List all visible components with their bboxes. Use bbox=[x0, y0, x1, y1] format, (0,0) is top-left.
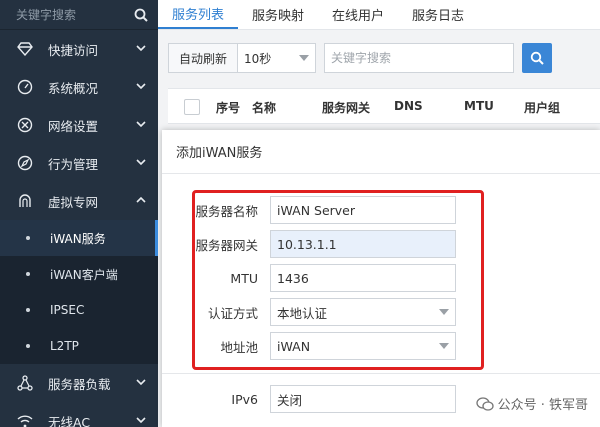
sidebar-item-label: 无线AC bbox=[48, 414, 91, 427]
bullet-icon bbox=[26, 308, 30, 312]
ipv6-select[interactable]: 关闭 bbox=[270, 385, 456, 413]
bullet-icon bbox=[26, 344, 30, 348]
sidebar-item-label: 虚拟专网 bbox=[48, 194, 99, 210]
network-icon bbox=[16, 116, 34, 134]
chevron-down-icon bbox=[136, 417, 146, 424]
wifi-icon bbox=[16, 412, 34, 427]
sidebar-item-system-overview[interactable]: 系统概况 bbox=[0, 68, 158, 106]
search-icon[interactable] bbox=[132, 6, 150, 24]
sidebar-item-quick-access[interactable]: 快捷访问 bbox=[0, 30, 158, 68]
refresh-interval-select[interactable]: 10秒 bbox=[238, 43, 317, 73]
toolbar: 自动刷新 10秒 bbox=[168, 42, 600, 74]
compass-icon bbox=[16, 154, 34, 172]
tunnel-icon bbox=[16, 192, 34, 210]
sidebar-search bbox=[0, 0, 158, 30]
sidebar-item-label: 服务器负载 bbox=[48, 376, 111, 392]
sidebar-item-label: 行为管理 bbox=[48, 156, 99, 172]
tab-online-users[interactable]: 在线用户 bbox=[318, 0, 398, 29]
tab-service-list[interactable]: 服务列表 bbox=[158, 0, 239, 29]
sidebar: 快捷访问 系统概况 网络设置 行为管理 虚拟专网 iWAN服务 bbox=[0, 0, 158, 427]
watermark-text: 公众号 · 铁军哥 bbox=[497, 398, 588, 413]
sidebar-subitem-l2tp[interactable]: L2TP bbox=[0, 328, 158, 364]
tab-service-mapping[interactable]: 服务映射 bbox=[238, 0, 318, 29]
sidebar-search-input[interactable] bbox=[16, 7, 132, 22]
chevron-down-icon bbox=[136, 121, 146, 128]
sidebar-item-label: 系统概况 bbox=[48, 80, 99, 96]
sidebar-subitem-label: IPSEC bbox=[50, 303, 85, 317]
sidebar-item-vpn[interactable]: 虚拟专网 bbox=[0, 182, 158, 220]
red-highlight-box bbox=[192, 190, 484, 370]
sidebar-subitem-ipsec[interactable]: IPSEC bbox=[0, 292, 158, 328]
sidebar-subitem-iwan-client[interactable]: iWAN客户端 bbox=[0, 256, 158, 292]
column-header: 序号 bbox=[216, 101, 241, 115]
dialog-divider bbox=[162, 373, 600, 374]
sidebar-subitem-label: iWAN服务 bbox=[50, 231, 106, 246]
keyword-search-input[interactable] bbox=[324, 43, 515, 73]
watermark: 公众号 · 铁军哥 bbox=[475, 394, 588, 413]
chevron-down-icon bbox=[136, 83, 146, 90]
sidebar-item-label: 网络设置 bbox=[48, 118, 99, 134]
bullet-icon bbox=[26, 272, 30, 276]
sidebar-item-label: 快捷访问 bbox=[48, 42, 99, 58]
sidebar-subitem-label: iWAN客户端 bbox=[50, 267, 118, 282]
tab-service-log[interactable]: 服务日志 bbox=[398, 0, 478, 29]
sidebar-item-network-settings[interactable]: 网络设置 bbox=[0, 106, 158, 144]
sidebar-subitem-label: L2TP bbox=[50, 339, 79, 353]
column-header: 用户组 bbox=[524, 101, 561, 115]
column-header: DNS bbox=[394, 99, 423, 113]
wechat-icon bbox=[475, 396, 494, 411]
chevron-down-icon bbox=[136, 45, 146, 52]
form-row-ipv6: IPv6 关闭 bbox=[162, 385, 456, 413]
chevron-up-icon bbox=[136, 196, 146, 203]
select-all-checkbox[interactable] bbox=[184, 99, 200, 115]
chevron-down-icon bbox=[136, 379, 146, 386]
sidebar-item-server-load[interactable]: 服务器负载 bbox=[0, 364, 158, 402]
tab-bar: 服务列表 服务映射 在线用户 服务日志 bbox=[158, 0, 600, 30]
dialog-title: 添加iWAN服务 bbox=[162, 130, 600, 174]
diamond-icon bbox=[16, 40, 34, 58]
sidebar-subitem-iwan-service[interactable]: iWAN服务 bbox=[0, 220, 158, 256]
refresh-interval-value: 10秒 bbox=[244, 51, 272, 66]
gauge-icon bbox=[16, 78, 34, 96]
column-header: 服务网关 bbox=[322, 101, 371, 115]
table-header: 序号 名称 服务网关 DNS MTU 用户组 bbox=[168, 88, 600, 124]
search-icon bbox=[530, 51, 544, 65]
caret-down-icon bbox=[299, 55, 310, 61]
ipv6-label: IPv6 bbox=[231, 391, 258, 407]
chevron-down-icon bbox=[136, 159, 146, 166]
share-nodes-icon bbox=[16, 374, 34, 392]
column-header: MTU bbox=[464, 99, 494, 113]
auto-refresh-button[interactable]: 自动刷新 bbox=[168, 43, 239, 73]
search-button[interactable] bbox=[522, 43, 553, 73]
vpn-submenu: iWAN服务 iWAN客户端 IPSEC L2TP bbox=[0, 220, 158, 364]
sidebar-item-wireless-ac[interactable]: 无线AC bbox=[0, 402, 158, 427]
sidebar-item-behavior-management[interactable]: 行为管理 bbox=[0, 144, 158, 182]
column-header: 名称 bbox=[252, 101, 277, 115]
bullet-icon bbox=[26, 236, 30, 240]
